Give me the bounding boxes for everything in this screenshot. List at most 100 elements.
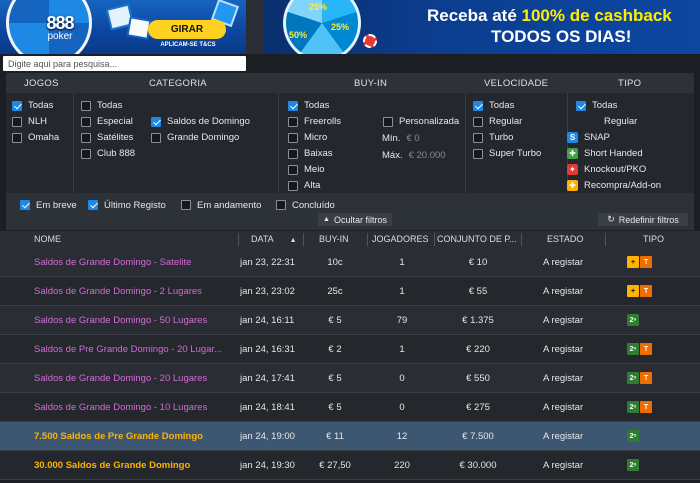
- tournament-date: jan 24, 16:31: [240, 344, 295, 355]
- checkbox[interactable]: [473, 100, 483, 111]
- checkbox[interactable]: [12, 132, 22, 143]
- filters-panel: JOGOS CATEGORIA BUY-IN VELOCIDADE TIPO T…: [6, 73, 694, 230]
- col-data[interactable]: DATA ▲: [251, 231, 297, 248]
- status-option[interactable]: Em andamento: [181, 198, 261, 212]
- checkbox[interactable]: [383, 116, 393, 127]
- checkbox[interactable]: [81, 132, 91, 143]
- categoria-option[interactable]: Club 888: [81, 148, 135, 159]
- tournament-players: 79: [396, 315, 408, 326]
- checkbox[interactable]: [81, 116, 91, 127]
- jogos-option[interactable]: NLH: [12, 116, 47, 127]
- tournament-players: 1: [399, 257, 405, 268]
- girar-button[interactable]: GIRAR: [148, 20, 226, 39]
- categoria-option[interactable]: Saldos de Domingo: [151, 116, 250, 127]
- min-buyin-field[interactable]: Mín. € 0: [382, 133, 420, 144]
- table-row[interactable]: Saldos de Grande Domingo - 20 Lugares jan…: [0, 364, 700, 393]
- velocidade-option[interactable]: Regular: [473, 116, 522, 127]
- tournament-buyin: € 5: [328, 402, 342, 413]
- buyin-option[interactable]: Baixas: [288, 148, 333, 159]
- checkbox[interactable]: [12, 100, 22, 111]
- status-option[interactable]: Último Registo: [88, 198, 166, 212]
- checkbox[interactable]: [151, 116, 161, 127]
- tournament-buyin: € 27,50: [319, 460, 351, 471]
- checkbox[interactable]: [20, 200, 30, 210]
- buyin-option[interactable]: Freerolls: [288, 116, 341, 127]
- col-conjunto[interactable]: CONJUNTO DE P...: [437, 231, 517, 248]
- tipo-option[interactable]: ✦ Knockout/PKO: [567, 164, 646, 175]
- option-label: Regular: [604, 116, 638, 127]
- checkbox[interactable]: [181, 200, 191, 210]
- velocidade-option[interactable]: Turbo: [473, 132, 513, 143]
- velocidade-option[interactable]: Super Turbo: [473, 148, 541, 159]
- checkbox[interactable]: [473, 116, 483, 127]
- col-nome[interactable]: NOME: [34, 231, 61, 248]
- checkbox[interactable]: [12, 116, 22, 127]
- table-row[interactable]: Saldos de Grande Domingo - 50 Lugares jan…: [0, 306, 700, 335]
- buyin-option[interactable]: Alta: [288, 180, 320, 191]
- checkbox[interactable]: [288, 180, 298, 191]
- categoria-option[interactable]: Satélites: [81, 132, 133, 143]
- dial-label: 25%: [309, 2, 328, 12]
- checkbox[interactable]: [288, 100, 298, 111]
- rebuy-badge-icon: +: [627, 256, 639, 268]
- tipo-option[interactable]: ✚ Short Handed: [567, 148, 643, 159]
- checkbox[interactable]: [473, 132, 483, 143]
- checkbox[interactable]: [288, 116, 298, 127]
- jogos-option[interactable]: Todas: [12, 100, 53, 111]
- custom-buyin-option[interactable]: Personalizada: [383, 116, 459, 127]
- tipo-option[interactable]: S SNAP: [567, 132, 610, 143]
- table-row[interactable]: Saldos de Grande Domingo - 2 Lugares jan …: [0, 277, 700, 306]
- option-label: Satélites: [97, 132, 134, 143]
- checkbox[interactable]: [288, 132, 298, 143]
- col-tipo[interactable]: TIPO: [643, 231, 664, 248]
- checkbox[interactable]: [81, 148, 91, 159]
- checkbox[interactable]: [288, 148, 298, 159]
- search-input[interactable]: [3, 56, 246, 71]
- checkbox[interactable]: [151, 132, 161, 143]
- categoria-option[interactable]: Especial: [81, 116, 133, 127]
- tipo-option[interactable]: Todas: [576, 100, 617, 111]
- jogos-option[interactable]: Omaha: [12, 132, 59, 143]
- tournament-prize-pool: € 55: [468, 286, 488, 297]
- col-estado[interactable]: ESTADO: [547, 231, 583, 248]
- buyin-option[interactable]: Micro: [288, 132, 327, 143]
- tournament-type-badges: + T: [627, 285, 652, 297]
- table-row[interactable]: Saldos de Grande Domingo - 10 Lugares jan…: [0, 393, 700, 422]
- checkbox[interactable]: [288, 164, 298, 175]
- option-label: Todas: [97, 100, 123, 111]
- buyin-option[interactable]: Todas: [288, 100, 329, 111]
- checkbox[interactable]: [81, 100, 91, 111]
- checkbox[interactable]: [276, 200, 286, 210]
- tipo-option[interactable]: Regular: [567, 116, 637, 127]
- tournament-status: A registar: [543, 373, 584, 384]
- checkbox[interactable]: [88, 200, 98, 210]
- option-label: SNAP: [584, 132, 610, 143]
- buyin-option[interactable]: Meio: [288, 164, 325, 175]
- second-chance-badge-icon: 2ⁿ: [627, 459, 639, 471]
- table-row[interactable]: 7.500 Saldos de Pre Grande Domingo jan 24…: [0, 422, 700, 451]
- tipo-option[interactable]: ✚ Recompra/Add-on: [567, 180, 661, 191]
- checkbox[interactable]: [576, 100, 586, 111]
- categoria-option[interactable]: Grande Domingo: [151, 132, 239, 143]
- max-buyin-field[interactable]: Máx. € 20.000: [382, 150, 446, 161]
- categoria-option[interactable]: Todas: [81, 100, 122, 111]
- tournament-type-badges: 2ⁿ: [627, 430, 639, 442]
- status-option[interactable]: Concluído: [276, 198, 335, 212]
- categoria-header: CATEGORIA: [149, 78, 207, 89]
- velocidade-header: VELOCIDADE: [484, 78, 549, 89]
- table-row[interactable]: 30.000 Saldos de Grande Domingo jan 24, 1…: [0, 451, 700, 480]
- col-buyin[interactable]: BUY-IN: [319, 231, 349, 248]
- table-row[interactable]: Saldos de Pre Grande Domingo - 20 Lugar.…: [0, 335, 700, 364]
- table-row[interactable]: Saldos de Grande Domingo - Satelite jan 2…: [0, 248, 700, 277]
- status-option[interactable]: Em breve: [20, 198, 77, 212]
- velocidade-option[interactable]: Todas: [473, 100, 514, 111]
- hide-filters-button[interactable]: ▲ Ocultar filtros: [318, 213, 392, 226]
- wheel-promo-banner[interactable]: 888 poker GIRAR APLICAM-SE T&CS: [0, 0, 246, 54]
- tournament-name: 30.000 Saldos de Grande Domingo: [34, 460, 191, 471]
- reset-filters-button[interactable]: ↻ Redefinir filtros: [598, 213, 688, 226]
- option-label: Short Handed: [584, 148, 643, 159]
- turbo-badge-icon: T: [640, 372, 652, 384]
- cashback-promo-banner[interactable]: 25% 50% 25% Receba até 100% de cashback …: [263, 0, 700, 54]
- col-jogadores[interactable]: JOGADORES: [372, 231, 429, 248]
- checkbox[interactable]: [473, 148, 483, 159]
